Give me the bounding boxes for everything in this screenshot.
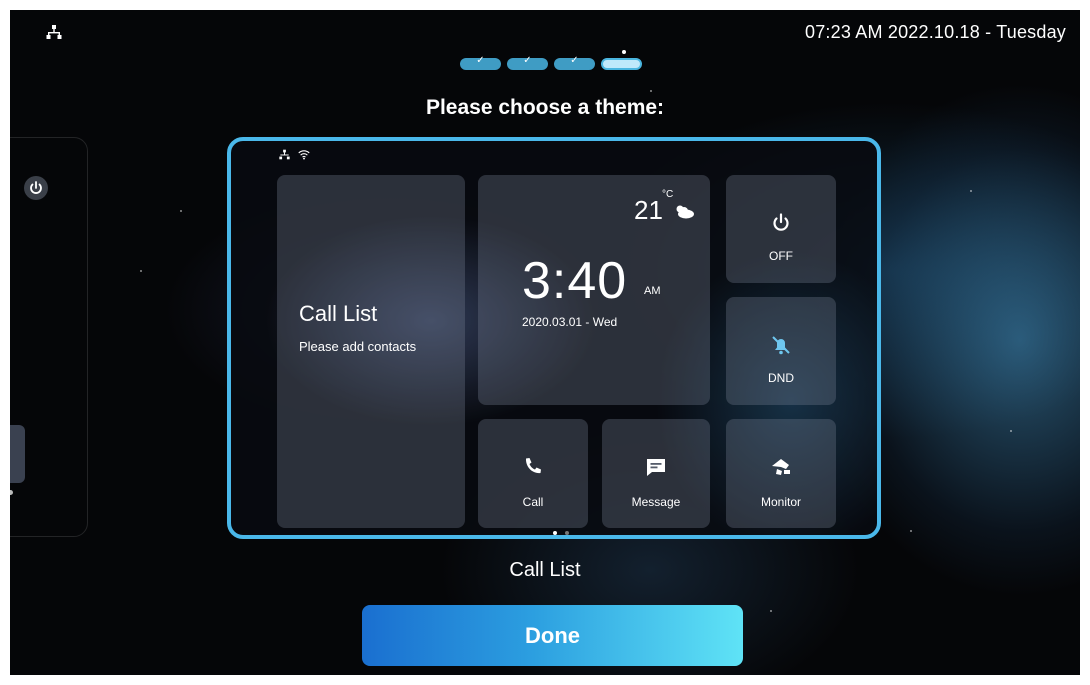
decor-speck [910, 530, 912, 532]
step-1-done [460, 55, 501, 70]
screen: 07:23 AM 2022.10.18 - Tuesday Please cho… [10, 10, 1080, 675]
monitor-label: Monitor [760, 495, 801, 509]
network-tree-icon [279, 149, 290, 160]
decor-speck [970, 190, 972, 192]
wizard-progress [460, 55, 642, 70]
message-icon [647, 459, 665, 476]
clock-ampm: AM [644, 285, 661, 297]
page-title: Please choose a theme: [425, 96, 665, 119]
page-dot-active [553, 531, 557, 535]
decor-speck [180, 210, 182, 212]
mini-status-bar [279, 149, 310, 160]
clock-weather-tile: 21 °C 3:40 AM 2020.03.01 - Wed [478, 175, 710, 405]
monitor-tile: Monitor [726, 419, 836, 528]
message-tile: Message [602, 419, 710, 528]
phone-icon [525, 458, 541, 474]
call-list-tile: Call List Please add contacts [277, 175, 465, 528]
call-list-title: Call List [299, 301, 378, 326]
decor-speck [1010, 430, 1012, 432]
call-label: Call [522, 495, 544, 509]
step-3-done [554, 55, 595, 70]
clock-date: 2020.03.01 - Wed [522, 315, 618, 329]
theme-preview[interactable]: Call List Please add contacts 21 °C 3:40… [227, 137, 881, 539]
dnd-label: DND [768, 371, 794, 385]
side-tab [10, 425, 25, 483]
wifi-icon [298, 150, 310, 160]
call-tile: Call [478, 419, 588, 528]
bell-off-icon [772, 336, 790, 355]
step-2-done [507, 55, 548, 70]
off-tile: OFF [726, 175, 836, 283]
preview-page-indicator [553, 531, 569, 535]
message-label: Message [631, 495, 681, 509]
decor-speck [140, 270, 142, 272]
decor-speck [770, 610, 772, 612]
power-icon [773, 213, 789, 231]
page-dot [565, 531, 569, 535]
call-list-subtitle: Please add contacts [299, 339, 417, 354]
dnd-tile: DND [726, 297, 836, 405]
clock-time: 3:40 [522, 252, 628, 310]
off-label: OFF [769, 249, 793, 263]
done-button[interactable]: Done [362, 605, 743, 666]
partly-cloudy-icon [676, 205, 694, 219]
temperature: 21 [634, 195, 663, 225]
datetime: 07:23 AM 2022.10.18 - Tuesday [805, 22, 1066, 42]
temperature-unit: °C [662, 189, 674, 200]
decor-speck [650, 90, 652, 92]
theme-name: Call List [509, 559, 581, 581]
step-4-current [601, 58, 642, 70]
current-step-indicator [622, 50, 626, 54]
camera-icon [772, 459, 790, 475]
network-tree-icon [46, 25, 62, 39]
power-icon [24, 176, 48, 200]
